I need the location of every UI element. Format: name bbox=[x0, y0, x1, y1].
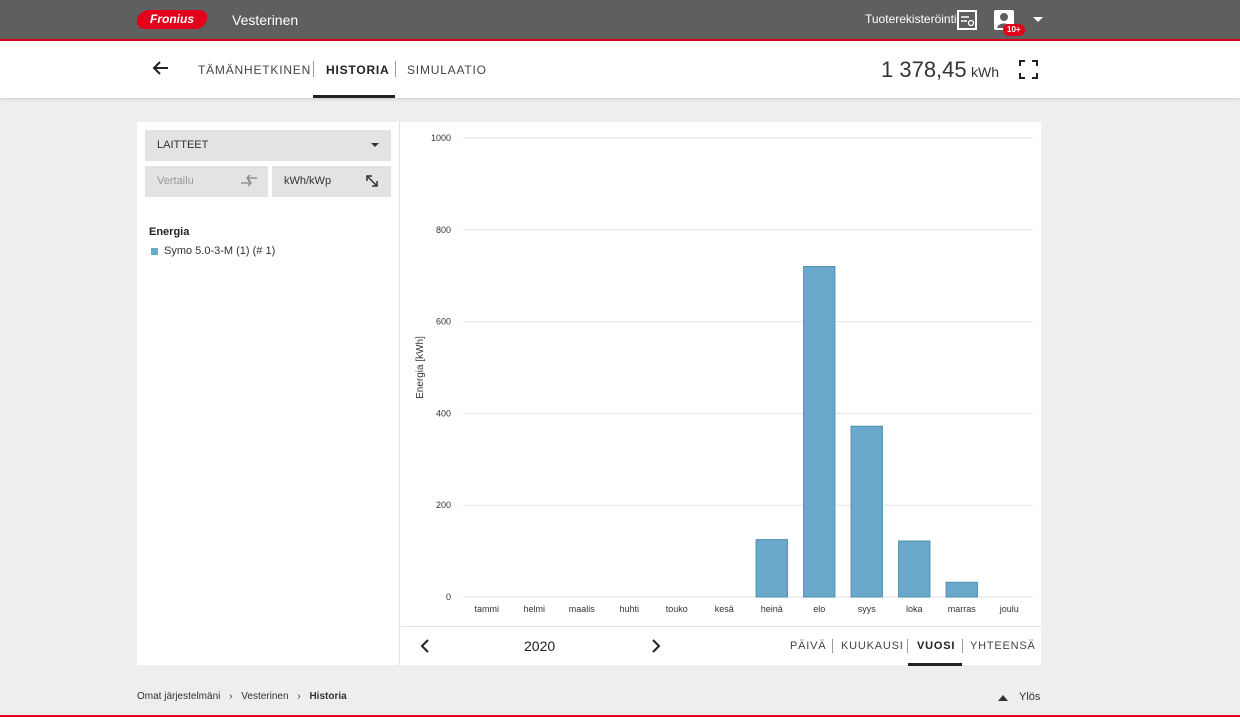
y-tick-label: 1000 bbox=[431, 133, 451, 143]
compare-button[interactable]: Vertailu bbox=[145, 166, 268, 197]
period-divider bbox=[907, 639, 908, 653]
devices-dropdown-label: LAITTEET bbox=[157, 139, 209, 151]
tab-divider bbox=[313, 61, 314, 77]
period-tab-year[interactable]: VUOSI bbox=[917, 640, 955, 652]
chevron-right-icon[interactable] bbox=[650, 638, 662, 654]
logo-text: Fronius bbox=[150, 12, 194, 26]
product-registration-link[interactable]: Tuoterekisteröinti bbox=[865, 12, 957, 26]
x-tick-label: elo bbox=[813, 604, 825, 614]
device-panel: LAITTEET Vertailu kWh/kWp Energia Symo 5… bbox=[137, 122, 400, 665]
site-name: Vesterinen bbox=[232, 12, 299, 28]
period-divider bbox=[832, 639, 833, 653]
energy-bar-chart: 0 200 400 600 800 1000 Energia [kWh] tammi helmi… bbox=[415, 133, 1033, 614]
x-tick-label: loka bbox=[906, 604, 923, 614]
x-tick-label: syys bbox=[858, 604, 877, 614]
y-tick-label: 800 bbox=[436, 225, 451, 235]
fullscreen-icon[interactable] bbox=[1019, 60, 1038, 79]
tab-simulation[interactable]: SIMULAATIO bbox=[407, 63, 487, 77]
y-tick-label: 0 bbox=[446, 592, 451, 602]
notification-badge: 10+ bbox=[1003, 24, 1025, 36]
tab-history[interactable]: HISTORIA bbox=[326, 63, 390, 77]
breadcrumb-separator: › bbox=[297, 691, 301, 702]
arrow-up-icon[interactable] bbox=[998, 695, 1008, 701]
period-divider bbox=[962, 639, 963, 653]
chevron-left-icon[interactable] bbox=[419, 638, 431, 654]
y-tick-label: 200 bbox=[436, 500, 451, 510]
x-tick-label: kesä bbox=[715, 604, 734, 614]
top-bar: Fronius Vesterinen Tuoterekisteröinti 10… bbox=[0, 0, 1240, 41]
energy-chart: 0 200 400 600 800 1000 Energia [kWh] tammi helmi… bbox=[401, 122, 1041, 626]
registration-icon[interactable] bbox=[957, 10, 977, 30]
breadcrumb-site[interactable]: Vesterinen bbox=[241, 691, 288, 702]
bar-marras bbox=[945, 581, 978, 598]
x-tick-label: tammi bbox=[475, 604, 500, 614]
bar-loka bbox=[898, 540, 931, 598]
x-tick-label: huhti bbox=[619, 604, 639, 614]
sub-navigation: TÄMÄNHETKINEN HISTORIA SIMULAATIO 1 378,… bbox=[0, 41, 1240, 98]
y-tick-label: 600 bbox=[436, 317, 451, 327]
total-energy-unit: kWh bbox=[971, 64, 999, 80]
x-tick-label: heinä bbox=[761, 604, 783, 614]
active-period-indicator bbox=[908, 663, 962, 666]
selected-year: 2020 bbox=[524, 638, 556, 654]
x-tick-label: joulu bbox=[999, 604, 1019, 614]
y-tick-label: 400 bbox=[436, 408, 451, 418]
back-arrow-icon[interactable] bbox=[152, 59, 170, 77]
tab-divider bbox=[395, 61, 396, 77]
devices-dropdown[interactable]: LAITTEET bbox=[145, 130, 391, 161]
active-tab-indicator bbox=[313, 95, 395, 98]
diagonal-arrow-icon bbox=[366, 175, 378, 187]
total-energy-value: 1 378,45 bbox=[881, 57, 967, 82]
fronius-logo[interactable]: Fronius bbox=[134, 10, 210, 29]
scroll-to-top-link[interactable]: Ylös bbox=[1019, 691, 1040, 703]
kwh-per-kwp-button[interactable]: kWh/kWp bbox=[272, 166, 391, 197]
breadcrumb: Omat järjestelmäni › Vesterinen › Histor… bbox=[137, 691, 353, 702]
breadcrumb-separator: › bbox=[229, 691, 233, 702]
period-tab-day[interactable]: PÄIVÄ bbox=[790, 640, 826, 652]
x-tick-label: marras bbox=[948, 604, 977, 614]
x-tick-label: touko bbox=[666, 604, 688, 614]
x-tick-label: maalis bbox=[569, 604, 596, 614]
kwh-per-kwp-label: kWh/kWp bbox=[284, 175, 332, 187]
swap-arrows-icon bbox=[241, 174, 257, 187]
legend-title: Energia bbox=[149, 226, 190, 238]
x-tick-label: helmi bbox=[523, 604, 545, 614]
legend-swatch bbox=[151, 248, 158, 255]
breadcrumb-current: Historia bbox=[309, 691, 347, 702]
y-axis-label: Energia [kWh] bbox=[415, 336, 426, 399]
history-card: LAITTEET Vertailu kWh/kWp Energia Symo 5… bbox=[137, 122, 1041, 666]
bar-heinä bbox=[755, 539, 788, 598]
tab-current[interactable]: TÄMÄNHETKINEN bbox=[198, 63, 311, 77]
period-tab-total[interactable]: YHTEENSÄ bbox=[970, 640, 1036, 652]
period-bar: 2020 PÄIVÄ KUUKAUSI VUOSI YHTEENSÄ bbox=[401, 626, 1041, 666]
bar-elo bbox=[803, 266, 836, 598]
period-tab-month[interactable]: KUUKAUSI bbox=[841, 640, 904, 652]
breadcrumb-my-systems[interactable]: Omat järjestelmäni bbox=[137, 691, 220, 702]
legend-item[interactable]: Symo 5.0-3-M (1) (# 1) bbox=[164, 245, 275, 257]
bar-syys bbox=[850, 425, 883, 598]
caret-down-icon bbox=[371, 143, 379, 147]
compare-label: Vertailu bbox=[157, 175, 194, 187]
chevron-down-icon[interactable] bbox=[1033, 17, 1043, 22]
